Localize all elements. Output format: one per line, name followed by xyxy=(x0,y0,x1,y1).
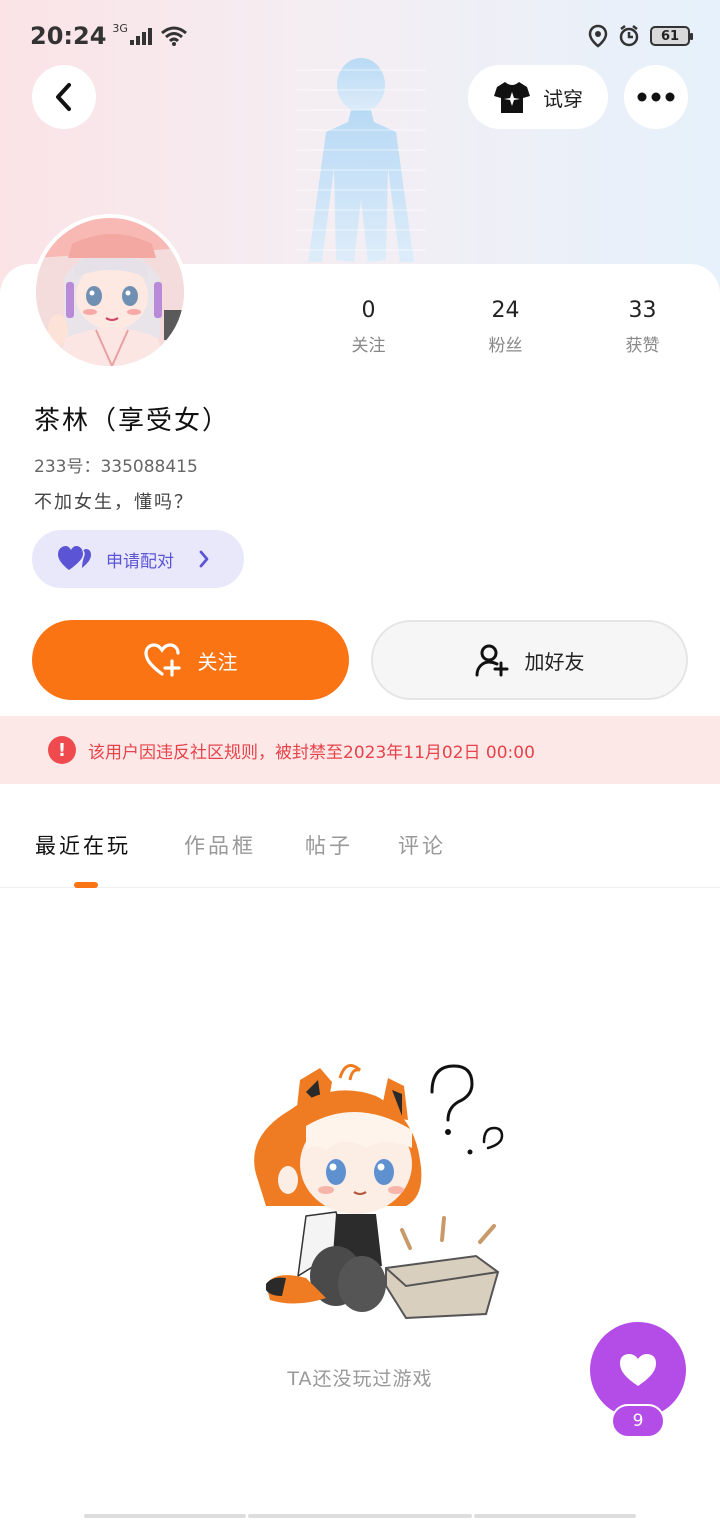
follow-label: 关注 xyxy=(197,649,238,674)
follow-button[interactable]: 关注 xyxy=(32,620,349,700)
try-on-label: 试穿 xyxy=(543,86,583,111)
nickname: 茶林（享受女） xyxy=(34,406,231,436)
stat-following[interactable]: 0 关注 xyxy=(300,298,437,356)
add-friend-button[interactable]: 加好友 xyxy=(371,620,688,700)
avatar-image xyxy=(36,218,184,366)
ban-notice-text: 该用户因违反社区规则，被封禁至2023年11月02日 00:00 xyxy=(88,742,535,763)
double-heart-icon xyxy=(58,546,91,570)
tab-works[interactable]: 作品框 xyxy=(184,830,256,860)
chevron-left-icon xyxy=(56,83,71,111)
signal-icon xyxy=(129,27,152,45)
battery-icon: 61 xyxy=(650,26,693,46)
avatar-outfit-figure xyxy=(296,58,426,262)
shirt-icon xyxy=(494,82,530,113)
request-pairing-label: 申请配对 xyxy=(106,551,174,572)
try-on-button[interactable]: 试穿 xyxy=(468,65,608,129)
battery-level: 61 xyxy=(660,28,680,44)
heart-icon xyxy=(620,1354,656,1386)
chevron-right-icon xyxy=(199,550,209,568)
tab-comments[interactable]: 评论 xyxy=(398,830,446,860)
profile-tabs: 最近在玩 作品框 帖子 评论 xyxy=(0,818,720,888)
location-icon xyxy=(588,24,608,48)
stat-label: 关注 xyxy=(351,336,386,356)
bio: 不加女生，懂吗？ xyxy=(34,492,194,513)
alert-icon: ! xyxy=(48,736,76,764)
request-pairing-button[interactable]: 申请配对 xyxy=(32,530,244,588)
active-tab-indicator xyxy=(74,882,98,888)
stat-value: 0 xyxy=(361,298,376,323)
stat-label: 获赞 xyxy=(625,336,660,356)
avatar[interactable] xyxy=(32,214,188,370)
stat-value: 33 xyxy=(628,298,657,323)
alarm-icon xyxy=(619,25,639,47)
more-dots-icon xyxy=(637,92,675,102)
like-count-badge: 9 xyxy=(611,1404,665,1438)
wifi-icon xyxy=(160,26,187,46)
stat-label: 粉丝 xyxy=(488,336,523,356)
tab-posts[interactable]: 帖子 xyxy=(305,830,353,860)
add-friend-label: 加好友 xyxy=(524,649,585,674)
stat-likes[interactable]: 33 获赞 xyxy=(574,298,711,356)
stat-value: 24 xyxy=(491,298,520,323)
ban-notice-banner: ! 该用户因违反社区规则，被封禁至2023年11月02日 00:00 xyxy=(0,716,720,784)
back-button[interactable] xyxy=(32,65,96,129)
user-id: 233号：335088415 xyxy=(34,457,198,477)
more-options-button[interactable] xyxy=(624,65,688,129)
empty-state-illustration xyxy=(254,1064,504,1320)
add-user-icon xyxy=(475,644,508,677)
heart-plus-icon xyxy=(143,643,181,677)
network-type: 3G xyxy=(112,21,128,35)
status-time: 20:24 xyxy=(30,22,107,50)
stat-followers[interactable]: 24 粉丝 xyxy=(437,298,574,356)
profile-stats: 0 关注 24 粉丝 33 获赞 xyxy=(300,298,720,356)
tab-recently-played[interactable]: 最近在玩 xyxy=(35,830,131,860)
